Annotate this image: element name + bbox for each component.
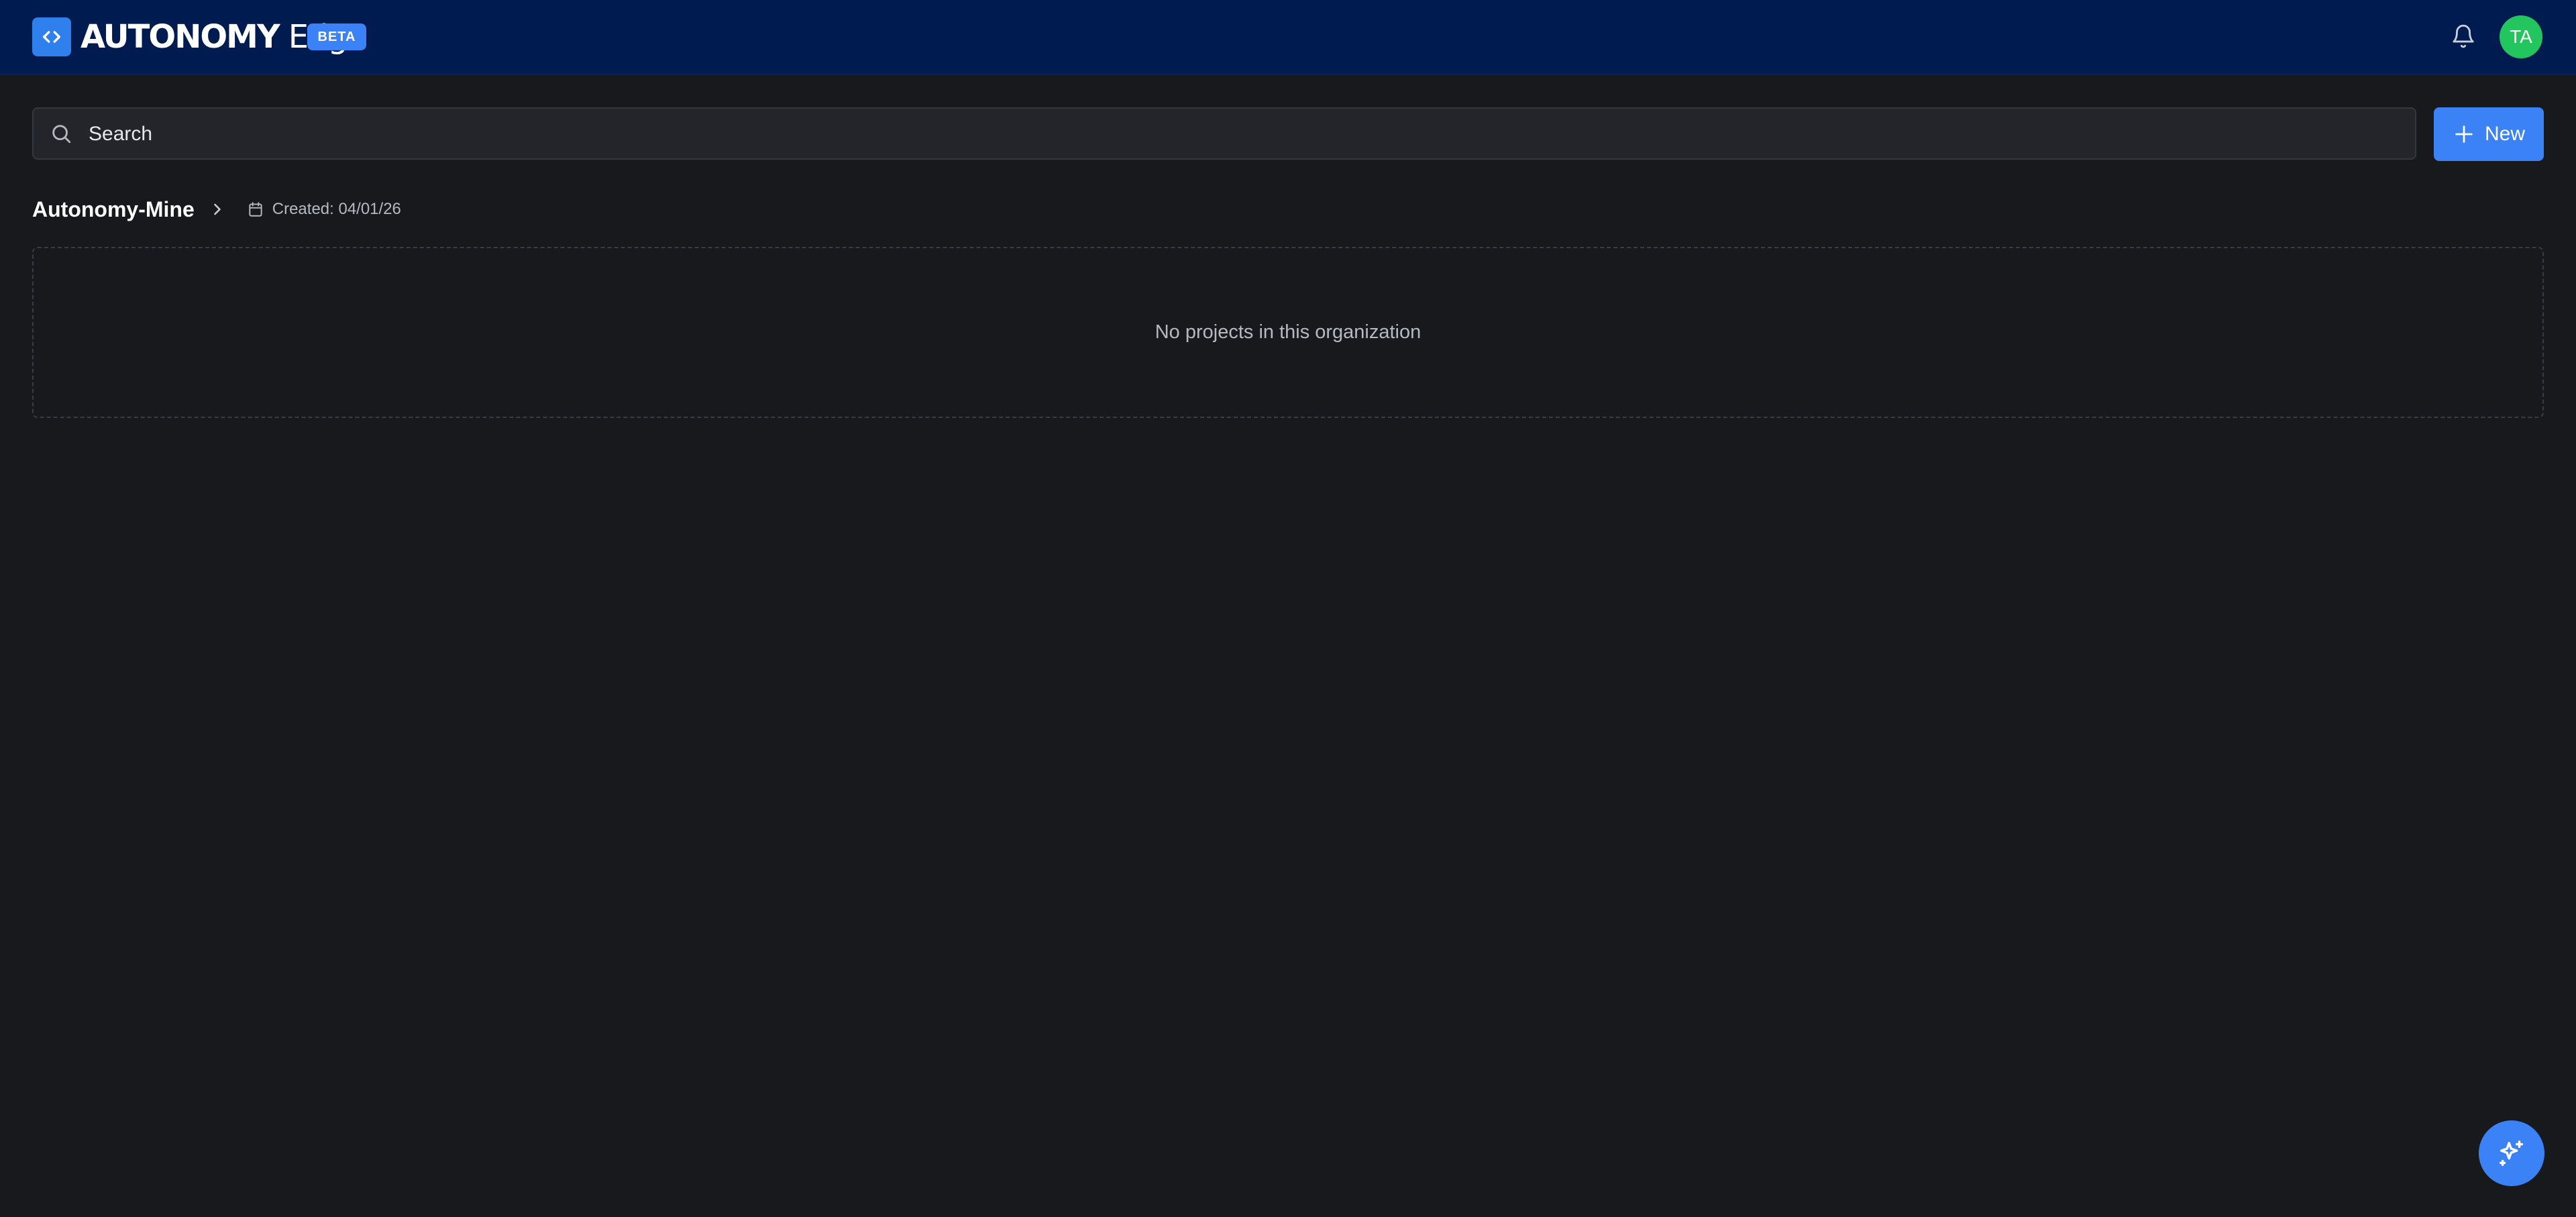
- user-avatar[interactable]: TA: [2500, 15, 2542, 58]
- calendar-icon: [249, 202, 262, 217]
- code-brackets-icon[interactable]: [32, 17, 71, 56]
- chevron-right-icon[interactable]: [208, 200, 227, 219]
- empty-state-message: No projects in this organization: [1155, 321, 1421, 343]
- created-date-text: Created: 04/01/26: [272, 200, 401, 218]
- organization-name[interactable]: Autonomy-Mine: [32, 197, 195, 222]
- new-button-label: New: [2484, 123, 2525, 145]
- top-bar: AUTONOMY Edge BETA TA: [0, 0, 2576, 74]
- search-icon: [52, 125, 71, 144]
- search-bar[interactable]: [32, 107, 2416, 160]
- brand-name: AUTONOMY: [80, 18, 280, 56]
- projects-empty-state: No projects in this organization: [32, 247, 2544, 418]
- breadcrumb: Autonomy-Mine Created: 04/01/26: [32, 195, 401, 224]
- search-input[interactable]: [87, 109, 2398, 160]
- bell-icon[interactable]: [2449, 21, 2478, 51]
- new-button[interactable]: New: [2434, 107, 2544, 161]
- beta-badge: BETA: [307, 23, 366, 50]
- plus-icon: [2455, 125, 2473, 143]
- created-date: Created: 04/01/26: [247, 200, 401, 219]
- assistant-button[interactable]: [2479, 1120, 2544, 1186]
- sparkles-icon: [2499, 1141, 2524, 1166]
